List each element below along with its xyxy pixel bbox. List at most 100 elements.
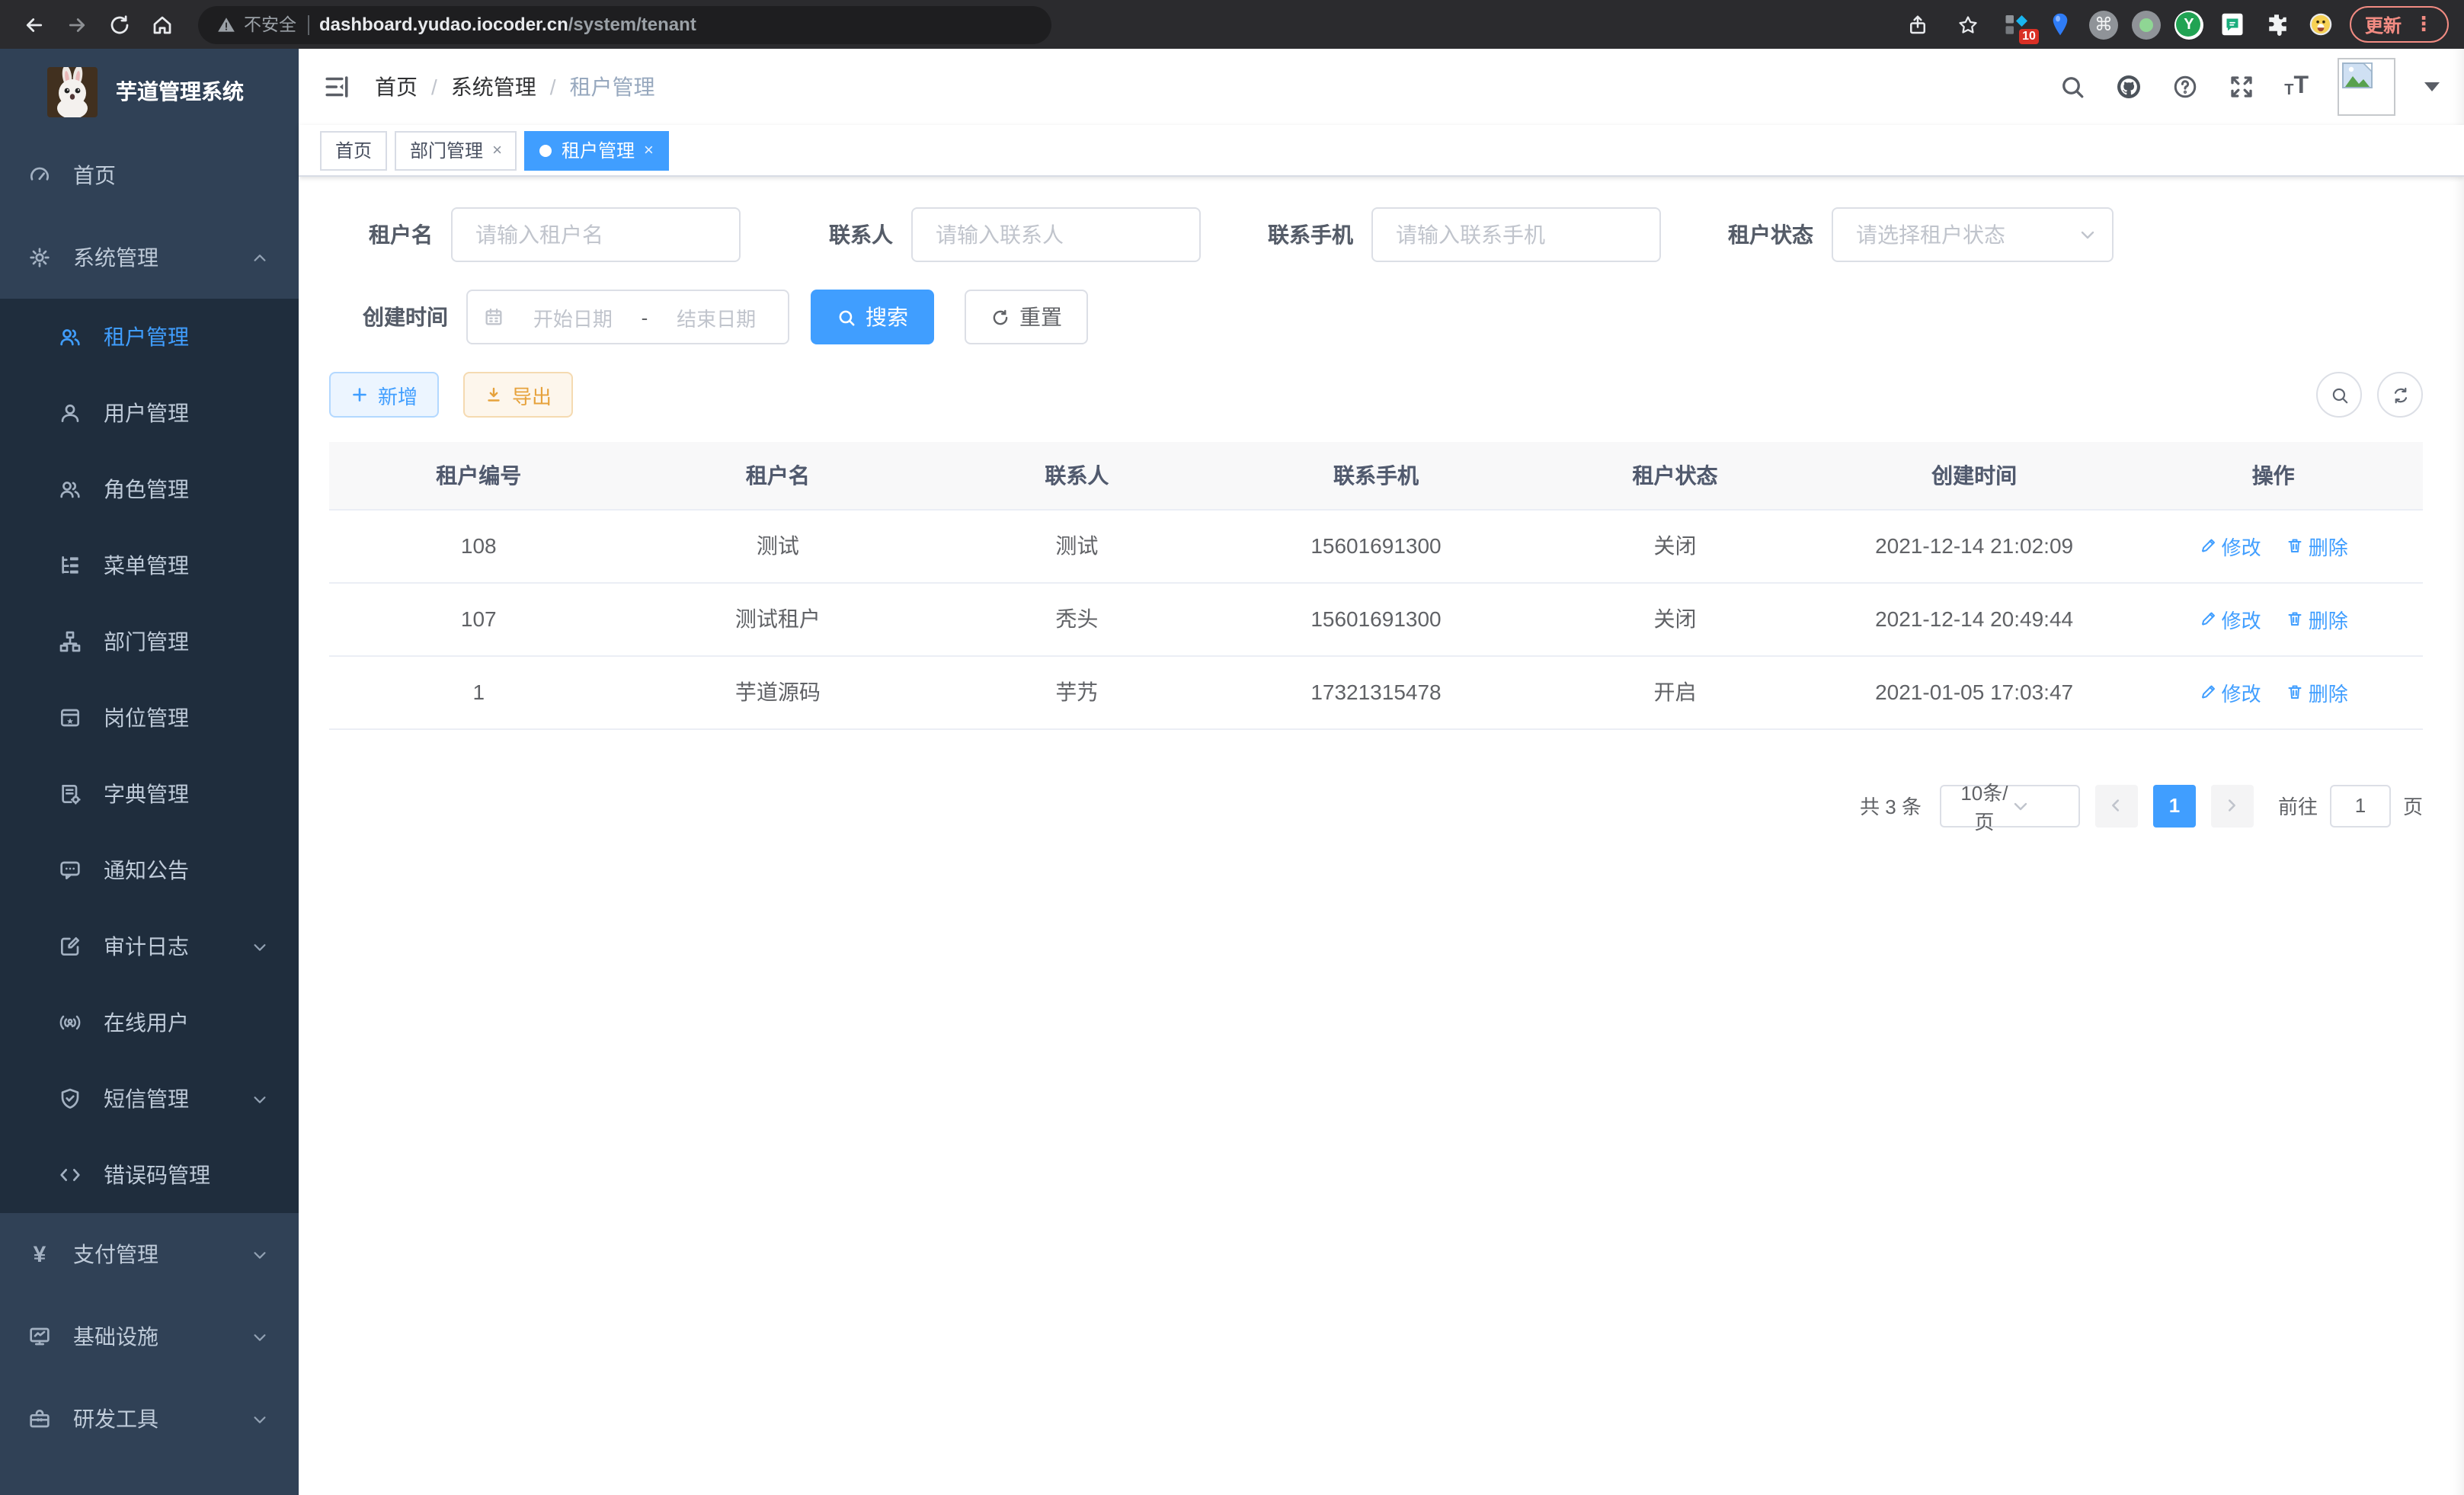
extension-tabs-icon[interactable]: 10 xyxy=(2001,9,2031,40)
tab-home[interactable]: 首页 xyxy=(320,130,387,170)
goto-page-input[interactable] xyxy=(2330,784,2391,827)
sidebar-item-notice[interactable]: 通知公告 xyxy=(0,832,299,908)
filter-row-1: 租户名 联系人 联系手机 租户状态 请选择租户状态 xyxy=(329,207,2423,262)
reset-button[interactable]: 重置 xyxy=(965,290,1088,344)
next-page-button[interactable] xyxy=(2211,784,2254,827)
breadcrumb-home[interactable]: 首页 xyxy=(375,72,418,102)
profile-avatar-icon[interactable] xyxy=(2306,9,2336,40)
prev-page-button[interactable] xyxy=(2095,784,2138,827)
sidebar-item-label: 系统管理 xyxy=(73,242,158,273)
warning-icon xyxy=(216,14,236,34)
sidebar-item-label: 菜单管理 xyxy=(104,550,189,581)
toggle-search-button[interactable] xyxy=(2316,372,2362,418)
date-range-picker[interactable]: 开始日期 - 结束日期 xyxy=(466,290,789,344)
plus-icon xyxy=(350,386,369,404)
url-host: dashboard.yudao.iocoder.cn xyxy=(319,14,568,35)
delete-link[interactable]: 删除 xyxy=(2286,531,2348,560)
edit-icon xyxy=(2199,536,2217,555)
tab-dot xyxy=(540,144,552,156)
status-select[interactable]: 请选择租户状态 xyxy=(1832,207,2114,262)
tab-dept[interactable]: 部门管理× xyxy=(395,130,517,170)
chevron-down-icon xyxy=(251,1090,268,1107)
sidebar-item-label: 用户管理 xyxy=(104,398,189,428)
modify-link[interactable]: 修改 xyxy=(2199,604,2261,633)
bookmark-star-icon[interactable] xyxy=(1950,6,1987,43)
export-button[interactable]: 导出 xyxy=(463,372,573,418)
page-size-select[interactable]: 10条/页 xyxy=(1940,784,2080,827)
tab-label: 首页 xyxy=(335,137,372,163)
sidebar-item-audit-log[interactable]: 审计日志 xyxy=(0,908,299,984)
sidebar-item-role[interactable]: 角色管理 xyxy=(0,451,299,527)
sidebar-item-devtool[interactable]: 研发工具 xyxy=(0,1378,299,1460)
add-button[interactable]: 新增 xyxy=(329,372,439,418)
tab-tenant[interactable]: 租户管理 × xyxy=(525,130,669,170)
extension-y-icon[interactable]: Y xyxy=(2174,10,2203,39)
share-icon[interactable] xyxy=(1900,6,1937,43)
search-icon[interactable] xyxy=(2059,73,2086,101)
toolbar-right xyxy=(2316,372,2423,418)
sidebar-item-post[interactable]: 岗位管理 xyxy=(0,680,299,756)
delete-link[interactable]: 删除 xyxy=(2286,604,2348,633)
sidebar-item-home[interactable]: 首页 xyxy=(0,134,299,216)
extension-command-icon[interactable]: ⌘ xyxy=(2089,10,2118,39)
log-icon xyxy=(58,934,82,959)
sidebar-item-user[interactable]: 用户管理 xyxy=(0,375,299,451)
sidebar-item-label: 审计日志 xyxy=(104,931,189,962)
sidebar-item-sms[interactable]: 短信管理 xyxy=(0,1061,299,1137)
user-avatar[interactable] xyxy=(2338,58,2395,116)
app-logo[interactable]: 芋道管理系统 xyxy=(0,49,299,134)
security-chip[interactable]: 不安全 xyxy=(216,12,296,37)
github-icon[interactable] xyxy=(2115,73,2142,101)
breadcrumb-system[interactable]: 系统管理 xyxy=(451,72,536,102)
home-icon[interactable] xyxy=(143,6,180,43)
delete-link[interactable]: 删除 xyxy=(2286,677,2348,706)
tab-close-icon[interactable]: × xyxy=(644,141,654,159)
browser-menu-icon[interactable]: ⋮ xyxy=(2414,12,2434,37)
back-icon[interactable] xyxy=(15,6,52,43)
sidebar-item-dict[interactable]: 字典管理 xyxy=(0,756,299,832)
contact-input[interactable] xyxy=(911,207,1201,262)
extension-dot-icon[interactable] xyxy=(2132,10,2161,39)
sidebar-item-infra[interactable]: 基础设施 xyxy=(0,1295,299,1378)
tenant-name-label: 租户名 xyxy=(329,219,433,250)
help-icon[interactable] xyxy=(2171,73,2199,101)
tab-close-icon[interactable]: × xyxy=(492,141,502,159)
modify-label: 修改 xyxy=(2222,677,2261,706)
sidebar-item-menu[interactable]: 菜单管理 xyxy=(0,527,299,603)
toolbox-icon xyxy=(27,1407,52,1431)
forward-icon[interactable] xyxy=(58,6,94,43)
sidebar-item-errcode[interactable]: 错误码管理 xyxy=(0,1137,299,1213)
edit-icon xyxy=(2199,683,2217,701)
extensions-puzzle-icon[interactable] xyxy=(2261,9,2292,40)
sidebar-item-system[interactable]: 系统管理 xyxy=(0,216,299,299)
reload-icon[interactable] xyxy=(101,6,137,43)
sidebar-item-label: 基础设施 xyxy=(73,1321,158,1352)
sidebar-item-online-users[interactable]: 在线用户 xyxy=(0,984,299,1061)
avatar-caret-icon[interactable] xyxy=(2424,82,2440,91)
sidebar-collapse-icon[interactable] xyxy=(323,73,350,101)
pagination: 共 3 条 10条/页 1 前往 页 xyxy=(329,784,2423,827)
sidebar-item-dept[interactable]: 部门管理 xyxy=(0,603,299,680)
tab-label: 租户管理 xyxy=(562,137,635,163)
online-icon xyxy=(58,1010,82,1035)
modify-link[interactable]: 修改 xyxy=(2199,677,2261,706)
modify-link[interactable]: 修改 xyxy=(2199,531,2261,560)
cell-tenant-name: 测试租户 xyxy=(629,582,928,655)
browser-nav xyxy=(15,6,180,43)
fullscreen-icon[interactable] xyxy=(2228,73,2255,101)
extension-balloon-icon[interactable] xyxy=(2045,9,2075,40)
dict-icon xyxy=(58,782,82,806)
mobile-input[interactable] xyxy=(1371,207,1661,262)
url-bar[interactable]: 不安全 dashboard.yudao.iocoder.cn/system/te… xyxy=(198,5,1051,43)
sidebar-item-tenant[interactable]: 租户管理 xyxy=(0,299,299,375)
refresh-table-button[interactable] xyxy=(2377,372,2423,418)
cell-actions: 修改删除 xyxy=(2123,582,2423,655)
search-button[interactable]: 搜索 xyxy=(811,290,934,344)
page-number-1[interactable]: 1 xyxy=(2153,784,2196,827)
app-window: 芋道管理系统 首页 系统管理 租户管理 用户管理 xyxy=(0,49,2464,1495)
extension-chat-icon[interactable] xyxy=(2217,9,2248,40)
tenant-name-input[interactable] xyxy=(451,207,741,262)
font-size-icon[interactable]: TT xyxy=(2284,75,2309,99)
sidebar-item-pay[interactable]: ¥ 支付管理 xyxy=(0,1213,299,1295)
browser-update-button[interactable]: 更新 ⋮ xyxy=(2350,6,2449,43)
